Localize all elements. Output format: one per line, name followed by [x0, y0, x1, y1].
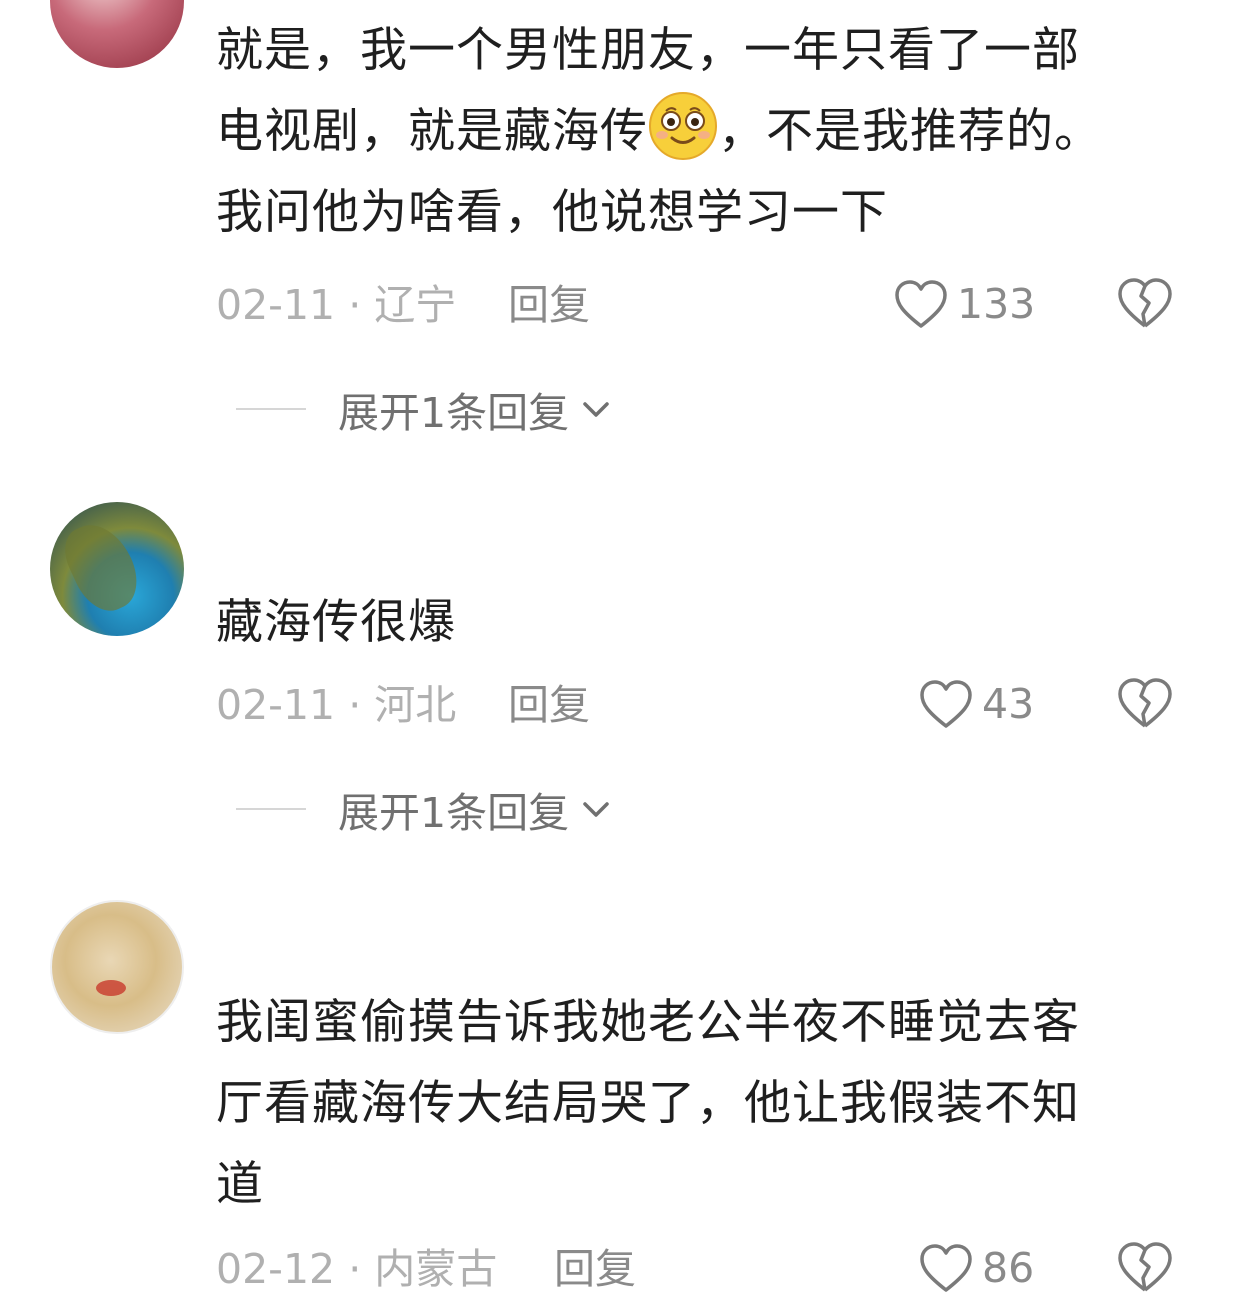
like-button[interactable]: 86	[918, 1240, 1034, 1296]
chevron-down-icon	[583, 402, 609, 417]
like-button[interactable]: 43	[918, 676, 1034, 732]
expand-replies-button[interactable]: 展开1条回复	[236, 384, 613, 437]
like-count: 43	[982, 680, 1035, 728]
comment-text: 就是，我一个男性朋友，一年只看了一部 电视剧，就是藏海传 ，不是我推荐的。 我问…	[216, 10, 1176, 253]
comment-text: 我闺蜜偷摸告诉我她老公半夜不睡觉去客 厅看藏海传大结局哭了，他让我假装不知 道	[216, 982, 1176, 1225]
comment-text-line: 厅看藏海传大结局哭了，他让我假装不知	[216, 1076, 1080, 1131]
comment-date: 02-11	[216, 681, 336, 729]
broken-heart-icon[interactable]	[1116, 1240, 1174, 1294]
comment-location: 辽宁	[374, 281, 457, 329]
comment-meta: 02-11 · 辽宁	[216, 280, 456, 330]
comment-location: 河北	[374, 681, 457, 729]
comment-text-line: 就是，我一个男性朋友，一年只看了一部	[216, 23, 1080, 78]
expand-divider	[236, 808, 306, 810]
like-count: 86	[982, 1244, 1035, 1292]
comment-text-line: 藏海传很爆	[216, 595, 456, 650]
comment-text: 藏海传很爆	[216, 582, 1176, 663]
expand-divider	[236, 408, 306, 410]
heart-outline-icon	[920, 1244, 972, 1292]
heart-outline-icon	[895, 280, 947, 328]
meta-separator: ·	[348, 1245, 362, 1293]
expand-replies-button[interactable]: 展开1条回复	[236, 784, 613, 837]
reply-button[interactable]: 回复	[508, 680, 590, 730]
reply-button[interactable]: 回复	[508, 280, 590, 330]
comment-text-line: 我闺蜜偷摸告诉我她老公半夜不睡觉去客	[216, 995, 1080, 1050]
broken-heart-icon[interactable]	[1116, 676, 1174, 730]
avatar[interactable]	[50, 0, 184, 68]
like-button[interactable]: 133	[893, 276, 1035, 332]
smiling-face-emoji-icon	[649, 92, 717, 160]
avatar[interactable]	[50, 502, 184, 636]
comment-date: 02-12	[216, 1245, 336, 1293]
comment-date: 02-11	[216, 281, 336, 329]
comment-meta: 02-11 · 河北	[216, 680, 456, 730]
meta-separator: ·	[348, 281, 362, 329]
expand-replies-label: 展开1条回复	[338, 789, 570, 837]
heart-outline-icon	[920, 680, 972, 728]
comment-text-line: 我问他为啥看，他说想学习一下	[216, 185, 888, 240]
expand-replies-label: 展开1条回复	[338, 389, 570, 437]
reply-button[interactable]: 回复	[554, 1244, 636, 1294]
avatar[interactable]	[50, 900, 184, 1034]
chevron-down-icon	[583, 802, 609, 817]
broken-heart-icon[interactable]	[1116, 276, 1174, 330]
comment-location: 内蒙古	[374, 1245, 498, 1293]
comment-text-line: 道	[216, 1157, 264, 1212]
like-count: 133	[957, 280, 1036, 328]
comment-text-line: 电视剧，就是藏海传 ，不是我推荐的。	[216, 91, 1176, 172]
comment-meta: 02-12 · 内蒙古	[216, 1244, 497, 1294]
meta-separator: ·	[348, 681, 362, 729]
